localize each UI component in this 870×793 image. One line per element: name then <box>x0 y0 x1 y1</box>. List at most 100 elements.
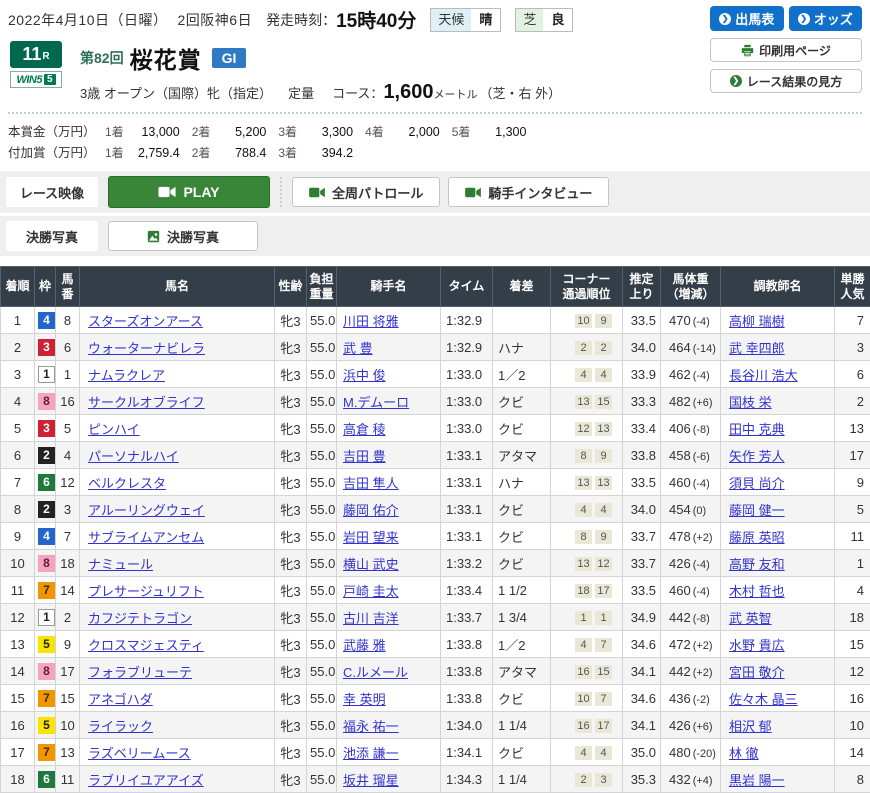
finish-photo-button[interactable]: 決勝写真 <box>108 221 258 251</box>
popularity-cell: 6 <box>835 361 870 388</box>
horse-name-link[interactable]: ライラック <box>88 719 153 734</box>
frame-badge: 6 <box>38 771 55 788</box>
horse-name-link[interactable]: ラブリイユアアイズ <box>88 773 204 788</box>
trainer-link[interactable]: 高柳 瑞樹 <box>729 314 785 329</box>
rank-cell: 15 <box>1 685 35 712</box>
jockey-link[interactable]: 吉田 隼人 <box>343 476 399 491</box>
trainer-link[interactable]: 長谷川 浩大 <box>729 368 798 383</box>
trainer-link[interactable]: 武 英智 <box>729 611 772 626</box>
play-video-button[interactable]: PLAY <box>108 176 270 208</box>
body-weight-change: (-8) <box>693 613 710 625</box>
result-guide-button[interactable]: ❯ レース結果の見方 <box>710 69 862 93</box>
trainer-cell: 林 徹 <box>721 739 835 766</box>
horse-name-link[interactable]: アネゴハダ <box>88 692 153 707</box>
trainer-link[interactable]: 水野 貴広 <box>729 638 785 653</box>
horse-name-link[interactable]: サブライムアンセム <box>88 530 204 545</box>
arrow-icon: ❯ <box>730 75 742 87</box>
video-camera-icon <box>309 187 325 198</box>
jockey-link[interactable]: 浜中 俊 <box>343 368 386 383</box>
table-row: 8 2 3 アルーリングウェイ 牝3 55.0 藤岡 佑介 1:33.1 クビ … <box>1 496 870 523</box>
body-weight-value: 478 <box>669 529 691 544</box>
jockey-cell: 戸崎 圭太 <box>337 577 441 604</box>
corner-position: 18 <box>575 584 592 598</box>
horse-name-link[interactable]: アルーリングウェイ <box>88 503 205 518</box>
horse-name-link[interactable]: ナムラクレア <box>88 368 165 383</box>
trainer-link[interactable]: 藤岡 健一 <box>729 503 785 518</box>
trainer-link[interactable]: 宮田 敬介 <box>729 665 785 680</box>
trainer-link[interactable]: 佐々木 晶三 <box>729 692 798 707</box>
trainer-link[interactable]: 矢作 芳人 <box>729 449 785 464</box>
jockey-link[interactable]: 古川 吉洋 <box>343 611 399 626</box>
corner-order-cell: 1315 <box>551 388 623 415</box>
jockey-link[interactable]: 高倉 稜 <box>343 422 386 437</box>
jockey-interview-button[interactable]: 騎手インタビュー <box>448 177 609 207</box>
jockey-link[interactable]: 岩田 望来 <box>343 530 399 545</box>
prize-place: 2着 <box>192 144 211 161</box>
trainer-link[interactable]: 武 幸四郎 <box>729 341 785 356</box>
play-button-label: PLAY <box>183 184 219 200</box>
race-result-page: 2022年4月10日（日曜） 2回阪神6日 発走時刻： 15時40分 天候 晴 … <box>0 0 870 793</box>
jockey-link[interactable]: 武藤 雅 <box>343 638 386 653</box>
video-camera-icon <box>465 187 481 198</box>
trainer-link[interactable]: 藤原 英昭 <box>729 530 785 545</box>
horse-name-link[interactable]: サークルオブライフ <box>88 395 205 410</box>
jockey-link[interactable]: 横山 武史 <box>343 557 399 572</box>
horse-name-link[interactable]: クロスマジェスティ <box>88 638 204 653</box>
jockey-link[interactable]: 幸 英明 <box>343 692 386 707</box>
trainer-link[interactable]: 相沢 郁 <box>729 719 772 734</box>
sex-age-cell: 牝3 <box>275 469 307 496</box>
prize-value: 5,200 <box>210 125 266 139</box>
prize-place: 5着 <box>452 123 471 140</box>
jockey-link[interactable]: 池添 謙一 <box>343 746 399 761</box>
race-name: 桜花賞 <box>130 41 202 75</box>
jockey-link[interactable]: 武 豊 <box>343 341 373 356</box>
jockey-link[interactable]: 藤岡 佑介 <box>343 503 399 518</box>
corner-position: 8 <box>575 530 592 544</box>
frame-cell: 8 <box>35 658 56 685</box>
horse-name-link[interactable]: ピンハイ <box>88 422 140 437</box>
print-page-button[interactable]: 印刷用ページ <box>710 38 862 62</box>
trainer-cell: 須貝 尚介 <box>721 469 835 496</box>
jockey-link[interactable]: 川田 将雅 <box>343 314 399 329</box>
rank-cell: 10 <box>1 550 35 577</box>
jockey-link[interactable]: 戸崎 圭太 <box>343 584 399 599</box>
trainer-link[interactable]: 黒岩 陽一 <box>729 773 785 788</box>
weight-cell: 55.0 <box>307 604 337 631</box>
jockey-link[interactable]: 福永 祐一 <box>343 719 399 734</box>
horse-name-link[interactable]: スターズオンアース <box>88 314 203 329</box>
horse-name-link[interactable]: パーソナルハイ <box>88 449 179 464</box>
horse-name-link[interactable]: プレサージュリフト <box>88 584 204 599</box>
odds-button[interactable]: ❯ オッズ <box>789 6 863 31</box>
start-time-label: 発走時刻： <box>266 10 336 30</box>
horse-name-cell: ベルクレスタ <box>80 469 275 496</box>
corner-order-cell: 22 <box>551 334 623 361</box>
horse-name-link[interactable]: ベルクレスタ <box>88 476 166 491</box>
trainer-link[interactable]: 須貝 尚介 <box>729 476 785 491</box>
jockey-link[interactable]: C.ルメール <box>343 665 408 680</box>
horse-name-cell: サークルオブライフ <box>80 388 275 415</box>
horse-name-link[interactable]: カフジテトラゴン <box>88 611 192 626</box>
jockey-link[interactable]: 吉田 豊 <box>343 449 386 464</box>
trainer-link[interactable]: 国枝 栄 <box>729 395 772 410</box>
trainer-link[interactable]: 田中 克典 <box>729 422 785 437</box>
horse-name-cell: ウォーターナビレラ <box>80 334 275 361</box>
horse-name-link[interactable]: フォラブリューテ <box>88 665 192 680</box>
patrol-video-button[interactable]: 全周パトロール <box>292 177 440 207</box>
horse-number-cell: 15 <box>56 685 80 712</box>
body-weight-value: 460 <box>669 475 691 490</box>
corner-position: 12 <box>575 422 592 436</box>
horse-name-link[interactable]: ラズベリームース <box>88 746 191 761</box>
frame-cell: 7 <box>35 739 56 766</box>
trainer-link[interactable]: 林 徹 <box>729 746 759 761</box>
body-weight-change: (+6) <box>693 397 713 409</box>
trainer-link[interactable]: 高野 友和 <box>729 557 785 572</box>
jockey-link[interactable]: 坂井 瑠星 <box>343 773 399 788</box>
horse-name-link[interactable]: ナミュール <box>88 557 153 572</box>
corner-position: 1 <box>575 611 592 625</box>
horse-name-cell: アネゴハダ <box>80 685 275 712</box>
trainer-link[interactable]: 木村 哲也 <box>729 584 785 599</box>
jockey-link[interactable]: M.デムーロ <box>343 395 409 410</box>
horse-name-link[interactable]: ウォーターナビレラ <box>88 341 205 356</box>
jockey-cell: 藤岡 佑介 <box>337 496 441 523</box>
entries-button[interactable]: ❯ 出馬表 <box>710 6 784 31</box>
